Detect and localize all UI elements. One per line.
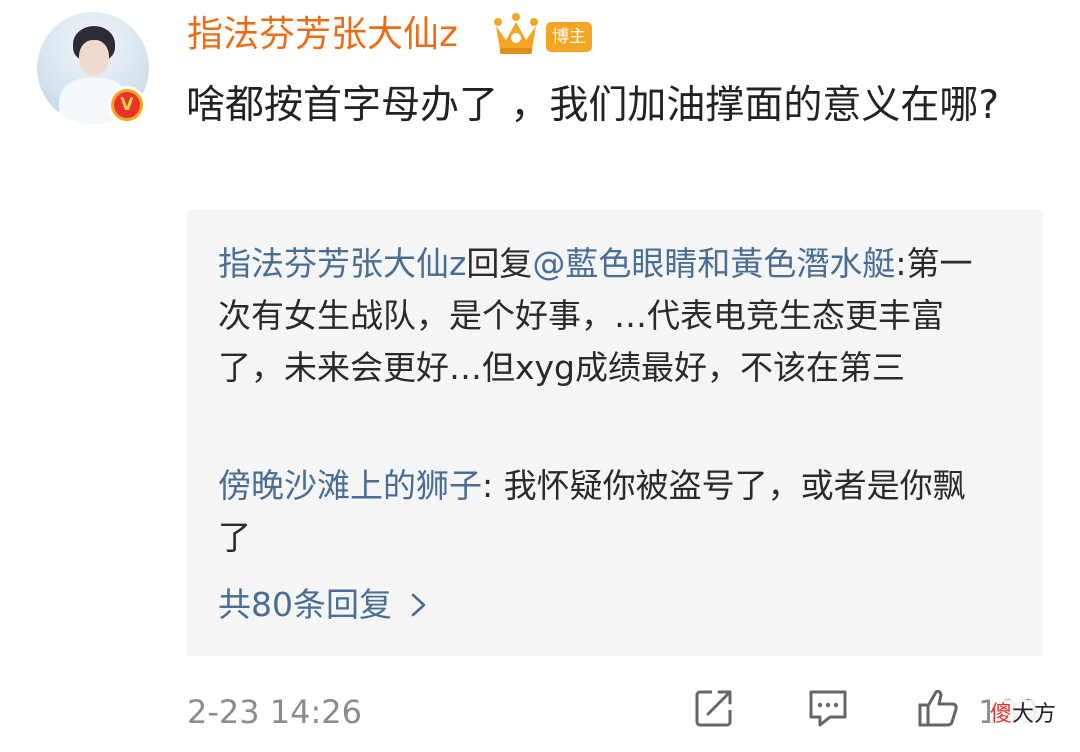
reply-author[interactable]: 指法芬芳张大仙z [218, 244, 466, 283]
weibo-comment-card: V 指法芬芳张大仙z 博主 啥都按首字母办了 ，我们加油撑面的意义在哪? 指法芬… [0, 0, 1080, 752]
crown-icon [494, 13, 538, 54]
more-replies-label: 共80条回复 [218, 585, 392, 624]
share-icon[interactable] [692, 686, 736, 730]
reply-item[interactable]: 指法芬芳张大仙z回复@藍色眼睛和黃色潛水艇:第一次有女生战队，是个好事，…代表电… [218, 238, 998, 394]
watermark: 傻大方 [990, 700, 1057, 730]
reply-author[interactable]: 傍晚沙滩上的狮子 [218, 466, 482, 505]
avatar-face [79, 40, 109, 76]
reply-separator: : [482, 466, 504, 505]
reply-mention[interactable]: @藍色眼睛和黃色潛水艇 [532, 244, 895, 283]
like-icon[interactable] [916, 686, 960, 730]
reply-separator: : [895, 244, 907, 283]
reply-item[interactable]: 傍晚沙滩上的狮子: 我怀疑你被盗号了，或者是你飘了 [218, 460, 998, 564]
comment-icon[interactable] [806, 686, 850, 730]
username[interactable]: 指法芬芳张大仙z [187, 10, 458, 60]
timestamp: 2-23 14:26 [187, 693, 363, 731]
more-replies-link[interactable]: 共80条回复 [218, 581, 428, 629]
chevron-right-icon [411, 593, 426, 617]
reply-word: 回复 [466, 244, 533, 283]
author-badge: 博主 [546, 22, 592, 52]
comment-text: 啥都按首字母办了 ，我们加油撑面的意义在哪? [186, 83, 1000, 128]
reply-box[interactable]: 指法芬芳张大仙z回复@藍色眼睛和黃色潛水艇:第一次有女生战队，是个好事，…代表电… [187, 210, 1043, 656]
verified-v-icon: V [108, 86, 146, 124]
